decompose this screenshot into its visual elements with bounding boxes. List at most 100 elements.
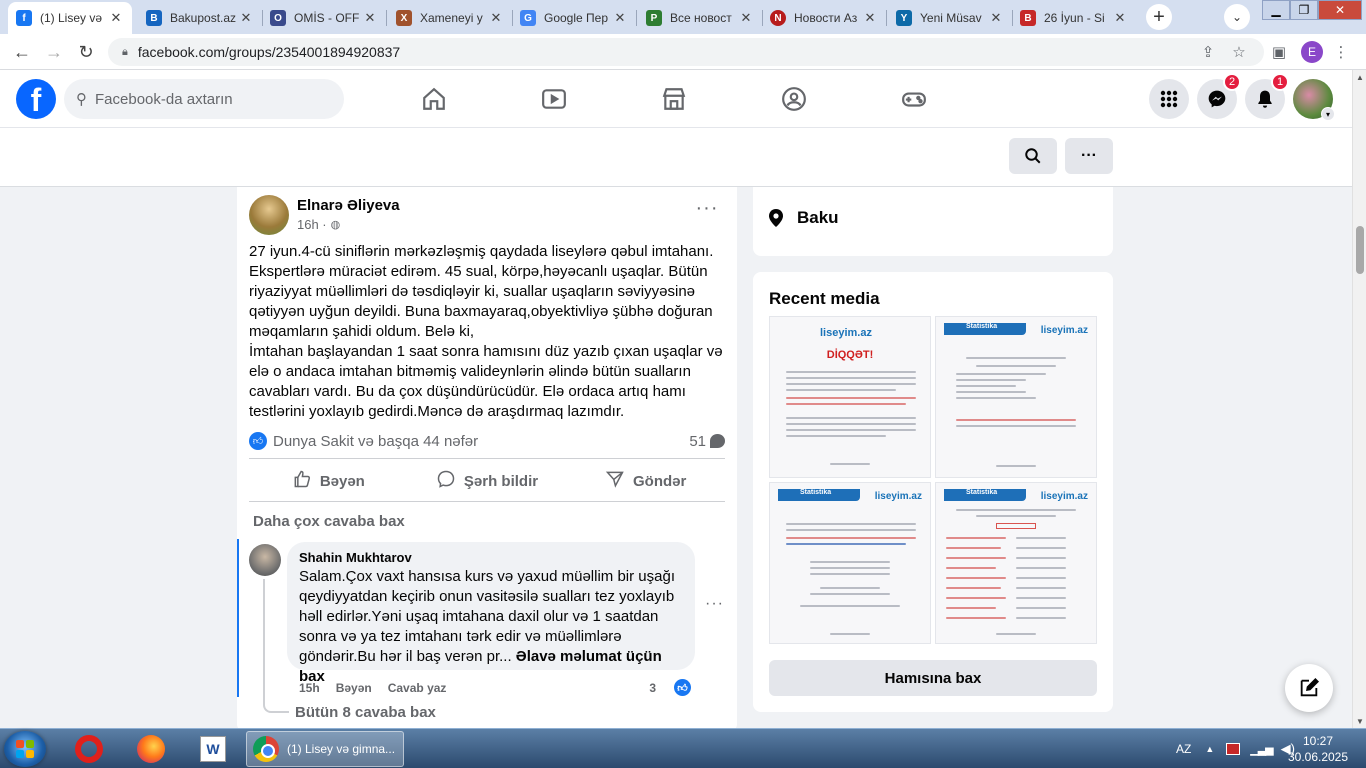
forward-arrow-icon[interactable]: → (42, 40, 66, 64)
comment-like-button[interactable]: Bəyən (336, 681, 372, 695)
browser-tab[interactable]: f (1) Lisey və ✕ (8, 2, 132, 34)
group-search-button[interactable] (1009, 138, 1057, 174)
close-tab-icon[interactable]: ✕ (108, 10, 124, 26)
close-window-icon[interactable]: ✕ (1318, 0, 1362, 20)
groups-icon[interactable] (778, 84, 810, 114)
back-arrow-icon[interactable]: ← (10, 40, 34, 64)
marketplace-icon[interactable] (658, 84, 690, 114)
close-tab-icon[interactable]: ✕ (988, 10, 1004, 26)
new-tab-button[interactable]: + (1146, 4, 1172, 30)
close-tab-icon[interactable]: ✕ (1112, 10, 1128, 26)
start-button[interactable] (4, 731, 46, 767)
comment-time[interactable]: 15h (299, 681, 320, 695)
taskbar-clock[interactable]: 10:27 30.06.2025 (1278, 733, 1358, 765)
browser-tab[interactable]: X Xameneyi y ✕ (388, 2, 513, 34)
scrollbar-thumb[interactable] (1356, 226, 1364, 274)
see-all-media-button[interactable]: Hamısına bax (769, 660, 1097, 696)
comment-button[interactable]: Şərh bildir (408, 464, 567, 498)
post-timestamp[interactable]: 16h · ◍ (297, 217, 340, 232)
media-thumbnail[interactable]: Statistika liseyim.az (935, 316, 1097, 478)
close-tab-icon[interactable]: ✕ (488, 10, 504, 26)
network-signal-icon[interactable]: ▁▃▅ (1250, 743, 1273, 756)
post-author-name[interactable]: Elnarə Əliyeva (297, 197, 400, 214)
media-thumbnail[interactable]: liseyim.az DİQQƏT! (769, 316, 931, 478)
scroll-up-icon[interactable]: ▲ (1353, 70, 1366, 84)
menu-grid-icon[interactable] (1149, 79, 1189, 119)
divider (249, 501, 725, 502)
browser-menu-icon[interactable]: ⋮ (1330, 41, 1352, 63)
close-tab-icon[interactable]: ✕ (362, 10, 378, 26)
comment-count[interactable]: 51 (689, 433, 725, 450)
url-text: facebook.com/groups/2354001894920837 (137, 44, 401, 60)
group-more-button[interactable]: ··· (1065, 138, 1113, 174)
close-tab-icon[interactable]: ✕ (738, 10, 754, 26)
close-tab-icon[interactable]: ✕ (862, 10, 878, 26)
messenger-icon[interactable]: 2 (1197, 73, 1241, 119)
close-tab-icon[interactable]: ✕ (612, 10, 628, 26)
like-button[interactable]: Bəyən (249, 464, 408, 498)
liseyim-logo: liseyim.az (1040, 491, 1088, 502)
tray-app-icon[interactable] (1226, 743, 1241, 755)
facebook-logo-icon[interactable]: f (16, 79, 56, 119)
media-thumbnail[interactable]: Statistika liseyim.az (935, 482, 1097, 644)
location-text: Baku (797, 208, 839, 227)
tray-expand-icon[interactable]: ▲ (1205, 744, 1214, 754)
facebook-search[interactable]: ⚲ (64, 79, 344, 119)
account-avatar[interactable]: ▾ (1293, 79, 1335, 121)
language-indicator[interactable]: AZ (1176, 742, 1191, 756)
word-icon[interactable]: W (188, 733, 238, 765)
liseyim-logo: liseyim.az (820, 327, 872, 339)
notifications-bell-icon[interactable]: 1 (1245, 73, 1289, 119)
liseyim-logo: liseyim.az (874, 491, 922, 502)
reload-icon[interactable]: ↻ (74, 40, 98, 64)
browser-tab[interactable]: B Bakupost.az ✕ (138, 2, 263, 34)
author-avatar[interactable] (249, 195, 289, 235)
clock-date: 30.06.2025 (1287, 750, 1349, 764)
browser-tab[interactable]: Y Yeni Müsav ✕ (888, 2, 1013, 34)
side-panel-icon[interactable]: ▣ (1268, 41, 1290, 63)
tab-title: Xameneyi y (420, 11, 483, 25)
minimize-window-icon[interactable]: ▁ (1262, 0, 1290, 20)
site-favicon-icon: P (646, 10, 662, 26)
share-arrow-icon (605, 469, 625, 494)
tab-search-chevron-icon[interactable]: ⌄ (1224, 4, 1250, 30)
gaming-icon[interactable] (898, 84, 930, 114)
media-thumbnail[interactable]: Statistika liseyim.az (769, 482, 931, 644)
opera-icon[interactable] (64, 733, 114, 765)
commenter-avatar[interactable] (249, 544, 281, 576)
address-bar[interactable]: 🔒︎ facebook.com/groups/2354001894920837 (108, 38, 1264, 66)
close-tab-icon[interactable]: ✕ (238, 10, 254, 26)
view-more-replies-link[interactable]: Daha çox cavaba bax (253, 513, 405, 530)
browser-profile-avatar[interactable]: E (1301, 41, 1323, 63)
browser-tab[interactable]: O OMİS - OFF ✕ (262, 2, 387, 34)
browser-tab[interactable]: P Все новост ✕ (638, 2, 763, 34)
taskbar-chrome-window[interactable]: (1) Lisey və gimna... (246, 731, 404, 767)
post-reactions-row[interactable]: 👍︎ Dunya Sakit və başqa 44 nəfər 51 (249, 431, 725, 451)
scroll-down-icon[interactable]: ▼ (1353, 714, 1366, 728)
post-options-icon[interactable]: ··· (695, 198, 719, 225)
taskbar-window-title: (1) Lisey və gimna... (287, 742, 396, 756)
search-input[interactable] (95, 90, 315, 108)
commenter-name[interactable]: Shahin Mukhtarov (299, 550, 683, 565)
new-message-button[interactable] (1285, 664, 1333, 712)
share-icon[interactable]: ⇪ (1197, 41, 1219, 63)
post-actions: Bəyən Şərh bildir Göndər (249, 464, 725, 498)
firefox-icon[interactable] (126, 733, 176, 765)
site-favicon-icon: N (770, 10, 786, 26)
view-all-replies-link[interactable]: Bütün 8 cavaba bax (295, 704, 436, 721)
browser-tab[interactable]: N Новости Аз ✕ (762, 2, 887, 34)
page-scrollbar[interactable]: ▲ ▼ (1352, 70, 1366, 728)
group-about-card: Baku (753, 187, 1113, 256)
browser-tab[interactable]: G Google Пер ✕ (512, 2, 637, 34)
reactions-summary[interactable]: Dunya Sakit və başqa 44 nəfər (273, 433, 478, 450)
bookmark-star-icon[interactable]: ☆ (1228, 41, 1250, 63)
browser-tab[interactable]: B 26 İyun - Si ✕ (1012, 2, 1136, 34)
home-icon[interactable] (418, 84, 450, 114)
share-button[interactable]: Göndər (566, 464, 725, 498)
restore-window-icon[interactable]: ❐ (1290, 0, 1318, 20)
thread-connector (263, 579, 265, 705)
video-icon[interactable] (538, 84, 570, 114)
comment-options-icon[interactable]: ··· (705, 595, 724, 613)
comment-reply-button[interactable]: Cavab yaz (388, 681, 447, 695)
comment-like-count[interactable]: 3 👍︎ (649, 679, 691, 696)
